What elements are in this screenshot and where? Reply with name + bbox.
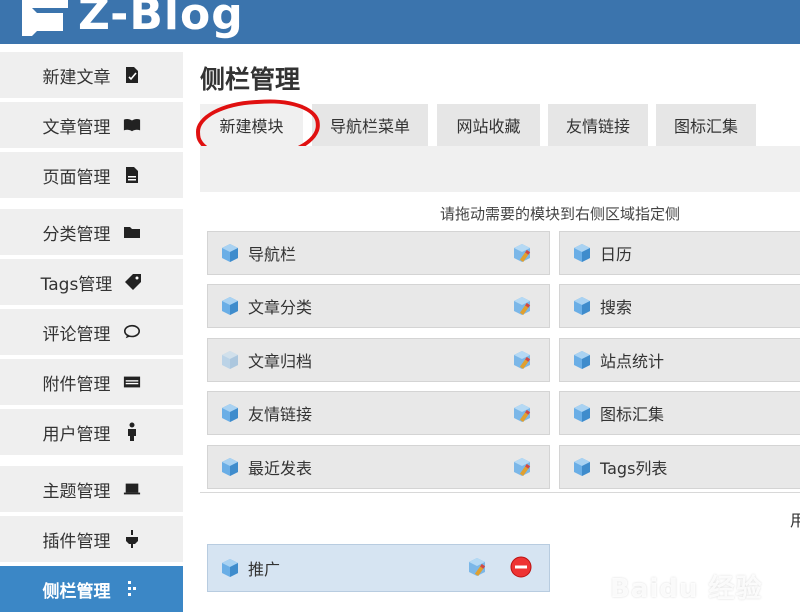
sidebar-item-label: 侧栏管理	[42, 581, 111, 602]
sidebar-item-label: 插件管理	[42, 531, 111, 552]
page-icon	[123, 166, 141, 184]
module-item[interactable]: 友情链接	[207, 391, 550, 435]
user-icon	[123, 422, 141, 441]
module-item[interactable]: 文章分类	[207, 284, 550, 328]
sidebar: 新建文章 文章管理 页面管理 分类管理 Tags管理 评论管理 附件管理 用户管…	[0, 52, 183, 612]
cube-icon	[222, 244, 238, 262]
theme-icon	[123, 480, 141, 498]
attachment-icon	[123, 373, 141, 391]
truncated-label: 用	[790, 511, 800, 530]
sidebar-item-label: 用户管理	[42, 424, 111, 445]
sidebar-item-label: Tags管理	[40, 274, 113, 295]
watermark: Baidu 经验	[610, 574, 763, 604]
sidebar-icon	[123, 580, 141, 598]
sidebar-item-new-article[interactable]: 新建文章	[0, 52, 183, 98]
edit-module-icon[interactable]	[511, 402, 533, 424]
sidebar-item-label: 分类管理	[42, 224, 111, 245]
module-item[interactable]: 最近发表	[207, 445, 550, 489]
cube-icon	[574, 351, 590, 369]
sidebar-item-label: 新建文章	[42, 67, 111, 88]
tab-new-module[interactable]: 新建模块	[200, 104, 303, 146]
sidebar-item-attachment-manage[interactable]: 附件管理	[0, 359, 183, 405]
tab-nav-menu[interactable]: 导航栏菜单	[312, 104, 428, 146]
module-item[interactable]: 日历	[559, 231, 800, 275]
tab-icon-collection[interactable]: 图标汇集	[656, 104, 756, 146]
module-item[interactable]: 图标汇集	[559, 391, 800, 435]
module-label: 站点统计	[600, 352, 665, 371]
sidebar-item-label: 页面管理	[42, 167, 111, 188]
module-label: 导航栏	[248, 245, 297, 264]
cube-icon	[222, 559, 238, 577]
edit-module-icon[interactable]	[511, 295, 533, 317]
logo-text: Z-Blog	[78, 0, 244, 40]
sidebar-item-label: 评论管理	[42, 324, 111, 345]
plugin-icon	[123, 530, 141, 548]
module-label: Tags列表	[600, 459, 668, 478]
top-header: Z-Blog	[0, 0, 800, 44]
sidebar-item-tags-manage[interactable]: Tags管理	[0, 259, 183, 305]
module-item[interactable]: 站点统计	[559, 338, 800, 382]
module-item[interactable]: Tags列表	[559, 445, 800, 489]
edit-doc-icon	[123, 66, 141, 84]
cube-icon	[222, 297, 238, 315]
logo[interactable]: Z-Blog	[22, 0, 244, 40]
module-label: 文章分类	[248, 298, 313, 317]
module-label: 图标汇集	[600, 405, 665, 424]
sidebar-item-category-manage[interactable]: 分类管理	[0, 209, 183, 255]
sidebar-item-user-manage[interactable]: 用户管理	[0, 409, 183, 455]
cube-icon	[222, 458, 238, 476]
sidebar-item-comment-manage[interactable]: 评论管理	[0, 309, 183, 355]
module-label: 搜索	[600, 298, 633, 317]
module-label: 文章归档	[248, 352, 313, 371]
module-item[interactable]: 搜索	[559, 284, 800, 328]
sidebar-item-page-manage[interactable]: 页面管理	[0, 152, 183, 198]
module-label: 最近发表	[248, 459, 313, 478]
tab-favorites[interactable]: 网站收藏	[437, 104, 540, 146]
cube-icon	[222, 351, 238, 369]
cube-icon	[574, 458, 590, 476]
module-item[interactable]: 文章归档	[207, 338, 550, 382]
sidebar-item-sidebar-manage[interactable]: 侧栏管理	[0, 566, 183, 612]
sidebar-item-label: 附件管理	[42, 374, 111, 395]
sidebar-item-plugin-manage[interactable]: 插件管理	[0, 516, 183, 562]
drag-hint-text: 请拖动需要的模块到右侧区域指定侧	[440, 205, 681, 223]
tab-friend-links[interactable]: 友情链接	[548, 104, 648, 146]
custom-module-item[interactable]: 推广	[207, 544, 550, 592]
book-icon	[123, 116, 141, 134]
sidebar-item-label: 主题管理	[42, 481, 111, 502]
delete-module-icon[interactable]	[510, 556, 532, 578]
comment-icon	[123, 323, 141, 341]
edit-module-icon[interactable]	[511, 456, 533, 478]
logo-icon	[22, 0, 68, 36]
edit-module-icon[interactable]	[511, 349, 533, 371]
cube-icon	[574, 244, 590, 262]
sidebar-item-theme-manage[interactable]: 主题管理	[0, 466, 183, 512]
module-label: 推广	[248, 560, 281, 579]
module-label: 日历	[600, 245, 633, 264]
cube-icon	[574, 297, 590, 315]
module-item[interactable]: 导航栏	[207, 231, 550, 275]
edit-module-icon[interactable]	[466, 556, 488, 578]
module-label: 友情链接	[248, 405, 313, 424]
tag-icon	[124, 273, 142, 291]
sidebar-item-article-manage[interactable]: 文章管理	[0, 102, 183, 148]
page-title: 侧栏管理	[200, 65, 301, 94]
sidebar-item-label: 文章管理	[42, 117, 111, 138]
cube-icon	[222, 404, 238, 422]
folder-icon	[123, 223, 141, 241]
edit-module-icon[interactable]	[511, 242, 533, 264]
cube-icon	[574, 404, 590, 422]
tab-panel-header	[200, 146, 800, 192]
